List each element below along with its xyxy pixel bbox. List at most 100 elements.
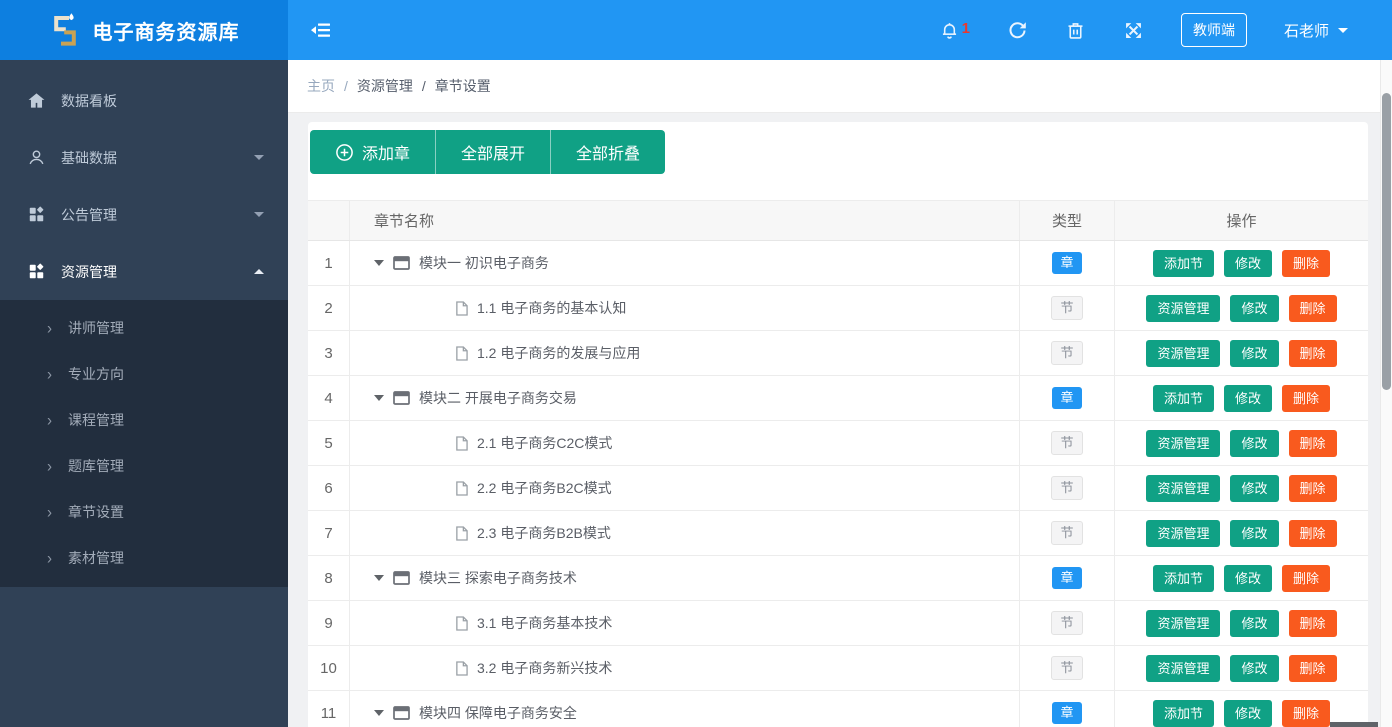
horizontal-scrollbar-thumb[interactable] bbox=[1330, 722, 1378, 727]
sidebar-item-major-direction[interactable]: › 专业方向 bbox=[0, 351, 288, 397]
row-actions: 资源管理 修改 删除 bbox=[1115, 601, 1368, 645]
row-name-cell: 3.1 电子商务基本技术 bbox=[350, 601, 1020, 645]
row-action-button[interactable]: 删除 bbox=[1288, 519, 1337, 547]
table-row: 11 模块四 保障电子商务安全 章 添加节 修改 删除 bbox=[308, 691, 1368, 727]
expand-all-button[interactable]: 全部展开 bbox=[435, 130, 551, 174]
row-type-cell: 节 bbox=[1020, 646, 1115, 690]
row-action-button[interactable]: 资源管理 bbox=[1146, 519, 1221, 547]
tree-collapse-caret-icon[interactable] bbox=[374, 260, 384, 266]
row-action-button[interactable]: 删除 bbox=[1288, 339, 1337, 367]
breadcrumb-separator: / bbox=[344, 78, 348, 94]
row-action-button[interactable]: 添加节 bbox=[1152, 384, 1214, 412]
row-name-cell: 1.2 电子商务的发展与应用 bbox=[350, 331, 1020, 375]
table-row: 5 2.1 电子商务C2C模式 节 资源管理 修改 删除 bbox=[308, 421, 1368, 466]
type-badge: 节 bbox=[1051, 341, 1083, 365]
app-logo: 电子商务资源库 bbox=[0, 0, 288, 60]
breadcrumb-resources[interactable]: 资源管理 bbox=[357, 76, 413, 96]
chapter-name: 模块一 初识电子商务 bbox=[419, 255, 549, 271]
chapter-table: 章节名称 类型 操作 1 模块一 初识电子商务 章 添加节 修改 删除 2 1.… bbox=[308, 200, 1368, 727]
row-action-button[interactable]: 添加节 bbox=[1152, 699, 1214, 727]
header-actions: 1 教师端 石老师 bbox=[939, 13, 1392, 47]
chevron-down-icon bbox=[254, 212, 264, 217]
row-action-button[interactable]: 修改 bbox=[1223, 699, 1272, 727]
sidebar-item-basic-data[interactable]: 基础数据 bbox=[0, 129, 288, 186]
teacher-portal-button[interactable]: 教师端 bbox=[1180, 13, 1247, 47]
row-action-button[interactable]: 资源管理 bbox=[1146, 609, 1221, 637]
row-action-button[interactable]: 资源管理 bbox=[1146, 339, 1221, 367]
row-action-button[interactable]: 添加节 bbox=[1152, 564, 1214, 592]
row-action-button[interactable]: 删除 bbox=[1288, 294, 1337, 322]
row-action-button[interactable]: 修改 bbox=[1223, 564, 1272, 592]
toolbar: 添加章 全部展开 全部折叠 bbox=[310, 130, 666, 174]
row-action-button[interactable]: 删除 bbox=[1288, 609, 1337, 637]
section-file-icon bbox=[456, 525, 468, 541]
notification-bell[interactable]: 1 bbox=[939, 20, 970, 41]
breadcrumb-chapter-settings: 章节设置 bbox=[434, 78, 491, 94]
row-action-button[interactable]: 资源管理 bbox=[1146, 294, 1221, 322]
row-action-button[interactable]: 删除 bbox=[1282, 699, 1331, 727]
sidebar-item-dashboard[interactable]: 数据看板 bbox=[0, 72, 288, 129]
row-action-button[interactable]: 删除 bbox=[1282, 249, 1331, 277]
sidebar-item-resources[interactable]: 资源管理 bbox=[0, 243, 288, 300]
row-action-button[interactable]: 资源管理 bbox=[1146, 474, 1221, 502]
user-menu[interactable]: 石老师 bbox=[1284, 20, 1348, 41]
sidebar-item-announcements[interactable]: 公告管理 bbox=[0, 186, 288, 243]
row-action-button[interactable]: 修改 bbox=[1223, 249, 1272, 277]
add-chapter-button[interactable]: 添加章 bbox=[310, 130, 436, 174]
sidebar-item-lecturer-management[interactable]: › 讲师管理 bbox=[0, 305, 288, 351]
sidebar-item-material-management[interactable]: › 素材管理 bbox=[0, 535, 288, 581]
top-header: 1 教师端 石老师 bbox=[288, 0, 1392, 60]
submenu-item-label: 课程管理 bbox=[68, 412, 124, 428]
breadcrumb-home[interactable]: 主页 bbox=[307, 76, 335, 96]
row-action-button[interactable]: 修改 bbox=[1223, 384, 1272, 412]
row-action-button[interactable]: 删除 bbox=[1288, 474, 1337, 502]
trash-icon[interactable] bbox=[1065, 20, 1086, 41]
refresh-icon[interactable] bbox=[1007, 20, 1028, 41]
row-action-button[interactable]: 修改 bbox=[1230, 429, 1279, 457]
section-file-icon bbox=[456, 615, 468, 631]
notification-count: 1 bbox=[961, 19, 970, 37]
type-badge: 节 bbox=[1051, 296, 1083, 320]
vertical-scrollbar-track[interactable] bbox=[1380, 60, 1392, 727]
row-actions: 资源管理 修改 删除 bbox=[1115, 646, 1368, 690]
row-action-button[interactable]: 修改 bbox=[1230, 294, 1279, 322]
row-type-cell: 节 bbox=[1020, 331, 1115, 375]
chapter-name: 模块四 保障电子商务安全 bbox=[419, 705, 577, 721]
sidebar-item-course-management[interactable]: › 课程管理 bbox=[0, 397, 288, 443]
tree-collapse-caret-icon[interactable] bbox=[374, 575, 384, 581]
table-row: 6 2.2 电子商务B2C模式 节 资源管理 修改 删除 bbox=[308, 466, 1368, 511]
row-action-button[interactable]: 修改 bbox=[1230, 474, 1279, 502]
menu-fold-icon[interactable] bbox=[309, 18, 333, 42]
submenu-item-label: 素材管理 bbox=[68, 550, 124, 566]
row-type-cell: 节 bbox=[1020, 466, 1115, 510]
collapse-all-button[interactable]: 全部折叠 bbox=[550, 130, 666, 174]
row-action-button[interactable]: 删除 bbox=[1288, 654, 1337, 682]
tree-collapse-caret-icon[interactable] bbox=[374, 710, 384, 716]
chapter-folder-icon bbox=[393, 256, 410, 270]
sidebar-submenu: › 讲师管理 › 专业方向 › 课程管理 › 题库管理 › 章节设置 › 素材管… bbox=[0, 300, 288, 587]
row-action-button[interactable]: 资源管理 bbox=[1146, 654, 1221, 682]
row-action-button[interactable]: 修改 bbox=[1230, 339, 1279, 367]
fullscreen-icon[interactable] bbox=[1123, 20, 1144, 41]
row-index: 10 bbox=[308, 646, 350, 690]
row-index: 8 bbox=[308, 556, 350, 600]
row-action-button[interactable]: 修改 bbox=[1230, 519, 1279, 547]
sidebar-item-question-bank[interactable]: › 题库管理 bbox=[0, 443, 288, 489]
row-action-button[interactable]: 删除 bbox=[1282, 564, 1331, 592]
sidebar-item-chapter-settings[interactable]: › 章节设置 bbox=[0, 489, 288, 535]
row-action-button[interactable]: 添加节 bbox=[1152, 249, 1214, 277]
row-actions: 资源管理 修改 删除 bbox=[1115, 466, 1368, 510]
row-type-cell: 节 bbox=[1020, 286, 1115, 330]
row-name-cell: 2.1 电子商务C2C模式 bbox=[350, 421, 1020, 465]
row-action-button[interactable]: 修改 bbox=[1230, 654, 1279, 682]
row-action-button[interactable]: 修改 bbox=[1230, 609, 1279, 637]
tree-collapse-caret-icon[interactable] bbox=[374, 395, 384, 401]
vertical-scrollbar-thumb[interactable] bbox=[1382, 93, 1391, 390]
row-action-button[interactable]: 删除 bbox=[1288, 429, 1337, 457]
grid-icon bbox=[29, 263, 44, 279]
table-row: 2 1.1 电子商务的基本认知 节 资源管理 修改 删除 bbox=[308, 286, 1368, 331]
row-name-cell: 3.2 电子商务新兴技术 bbox=[350, 646, 1020, 690]
arrow-right-icon: › bbox=[47, 502, 52, 522]
row-action-button[interactable]: 删除 bbox=[1282, 384, 1331, 412]
row-action-button[interactable]: 资源管理 bbox=[1146, 429, 1221, 457]
